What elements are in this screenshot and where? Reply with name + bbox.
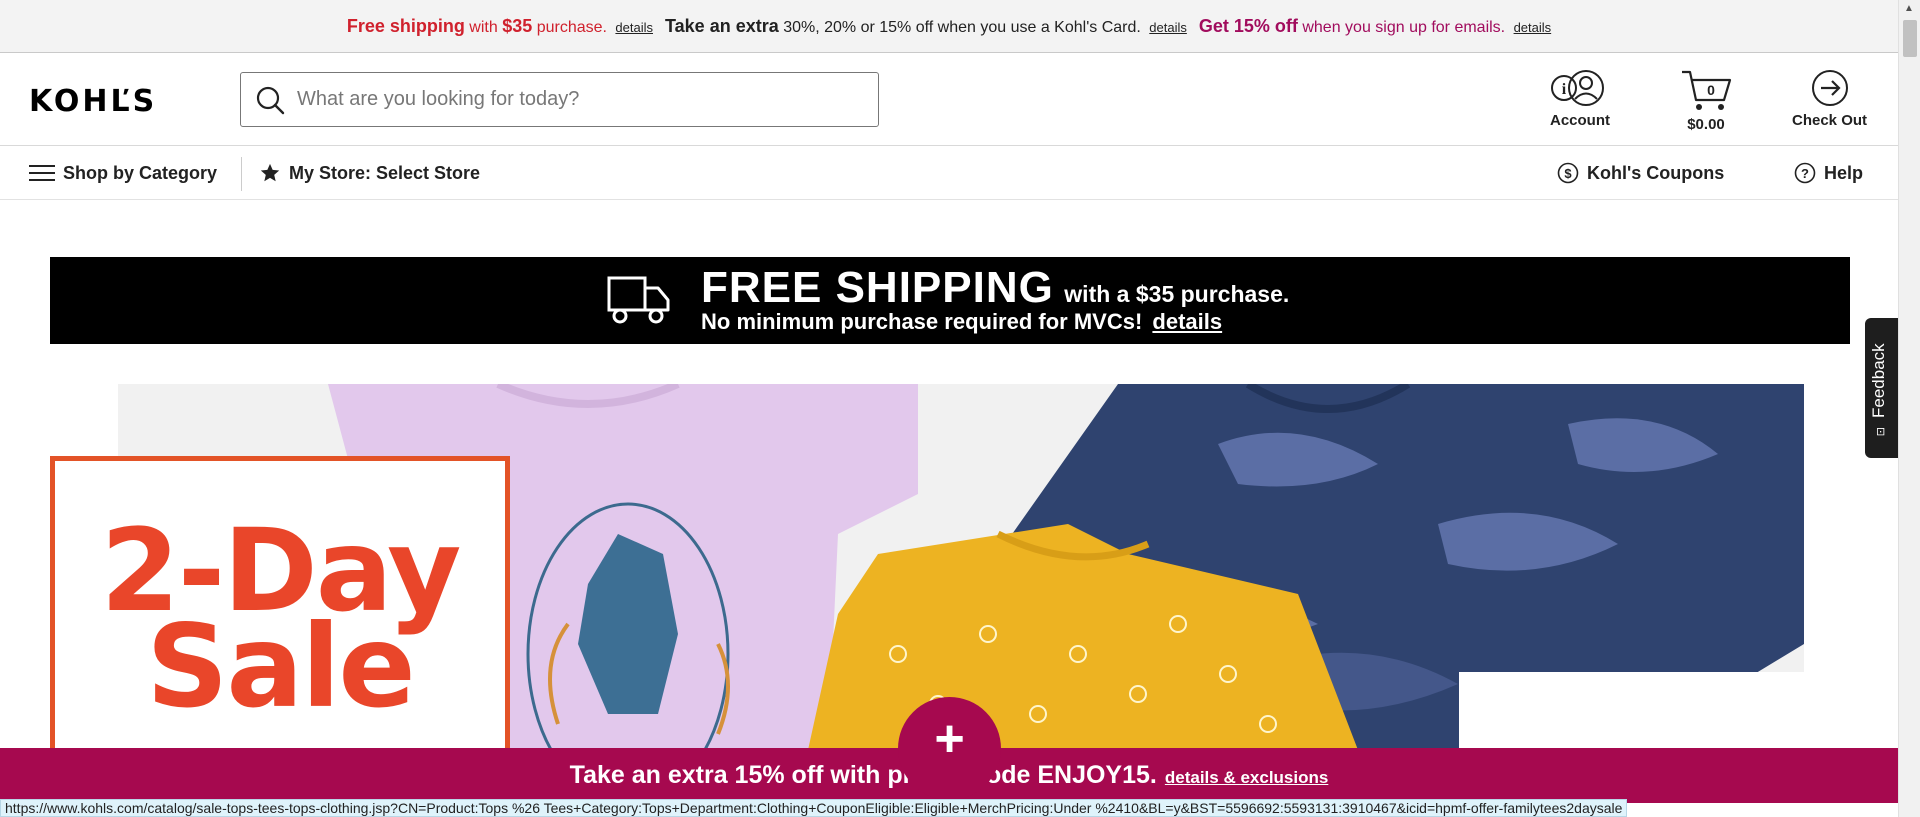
status-bar-url: https://www.kohls.com/catalog/sale-tops-… [0,799,1628,817]
truck-icon [607,276,670,324]
scroll-up-arrow-icon[interactable]: ▲ [1904,3,1914,14]
cart-button[interactable]: 0 $0.00 [1678,68,1734,133]
details-link-shipping[interactable]: details [615,20,653,35]
my-store-label: My Store: Select Store [289,162,481,183]
page-scrollbar[interactable]: ▲ [1898,0,1920,817]
feedback-label: Feedback [1869,343,1888,418]
star-icon [260,163,280,182]
expand-promo-button[interactable]: + [898,697,1001,800]
free-shipping-banner[interactable]: FREE SHIPPING with a $35 purchase. No mi… [50,257,1850,344]
plus-icon: + [934,710,965,768]
help-circle-icon: ? [1794,162,1816,184]
account-label: Account [1550,112,1610,129]
details-link-emails[interactable]: details [1514,20,1552,35]
kohls-coupons-label: Kohl's Coupons [1587,162,1725,183]
checkout-label: Check Out [1792,112,1868,129]
search-icon[interactable] [255,85,285,115]
search-bar[interactable] [240,72,879,127]
details-link-card[interactable]: details [1149,20,1187,35]
shop-by-category-label: Shop by Category [63,162,218,183]
svg-text:?: ? [1801,166,1809,181]
promo-strip: Free shipping with $35 purchase. details… [0,0,1898,53]
promo-kohls-card: Take an extra 30%, 20% or 15% off when y… [665,15,1187,36]
shipping-subtitle: with a $35 purchase. [1064,281,1290,307]
search-input[interactable] [297,88,857,111]
nav-divider [241,157,242,191]
details-exclusions-link[interactable]: details & exclusions [1165,768,1328,788]
promo-code-text: Take an extra 15% off with promo code EN… [569,761,1157,789]
scrollbar-thumb[interactable] [1903,20,1917,57]
cart-count: 0 [1707,82,1715,98]
promo-free-shipping: Free shipping with $35 purchase. details [346,15,653,36]
account-icon: i [1551,70,1604,106]
shipping-mvc-line: No minimum purchase required for MVCs! d… [701,309,1223,334]
shipping-headline: FREE SHIPPING with a $35 purchase. [701,263,1289,313]
nav-bar: Shop by Category My Store: Select Store … [0,147,1898,200]
svg-text:i: i [1562,81,1567,98]
shipping-title: FREE SHIPPING [701,263,1054,312]
cart-total: $0.00 [1687,116,1725,133]
promo-emails: Get 15% off when you sign up for emails.… [1198,15,1552,36]
account-button[interactable]: i Account [1548,68,1612,129]
help-link[interactable]: ? Help [1794,162,1863,184]
my-store-button[interactable]: My Store: Select Store [259,162,480,184]
site-header: KOHĽS i Account 0 $0.00 [0,54,1898,146]
shop-by-category-button[interactable]: Shop by Category [29,163,217,184]
dollar-circle-icon: $ [1557,162,1579,184]
two-day-sale-box[interactable]: 2-Day Sale [50,456,510,756]
sale-headline: 2-Day Sale [100,504,462,733]
cart-icon: 0 [1682,70,1732,110]
kohls-logo[interactable]: KOHĽS [29,84,157,119]
help-label: Help [1824,162,1864,183]
arrow-right-circle-icon [1811,70,1848,106]
shipping-details-link[interactable]: details [1152,309,1222,334]
checkout-button[interactable]: Check Out [1792,68,1867,129]
hamburger-menu-icon [29,165,55,181]
kohls-coupons-link[interactable]: $ Kohl's Coupons [1557,162,1724,184]
svg-text:$: $ [1564,166,1572,181]
feedback-tab[interactable]: Feedback ⊡ [1865,318,1898,458]
feedback-icon: ⊡ [1876,426,1886,438]
